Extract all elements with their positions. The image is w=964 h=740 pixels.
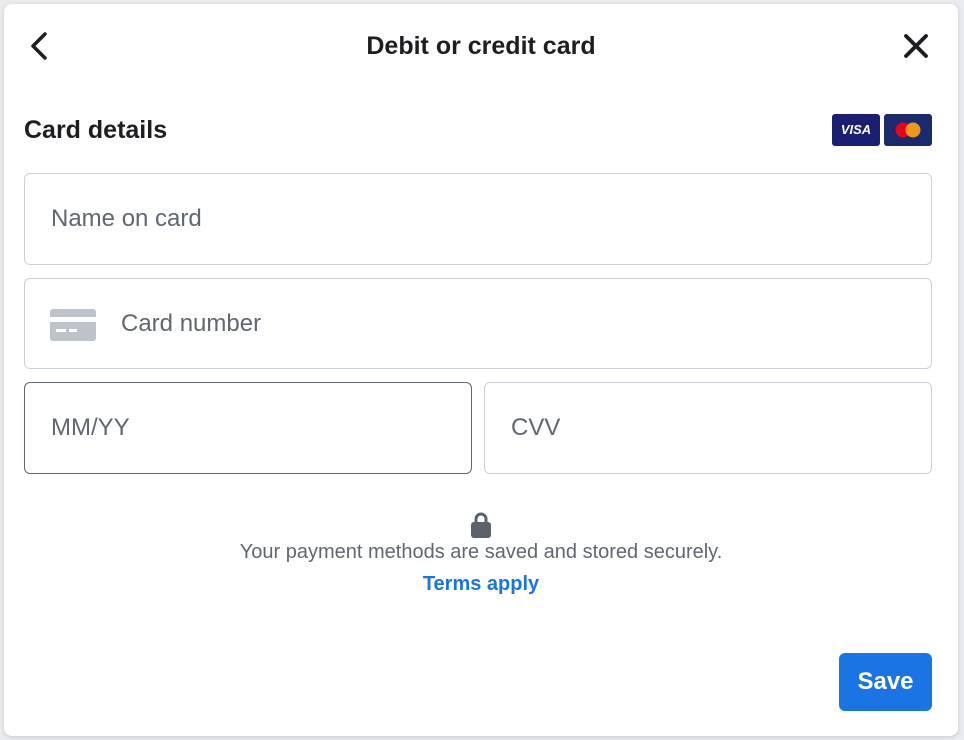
expiry-input[interactable]	[51, 383, 451, 473]
payment-dialog: Debit or credit card Card details VISA N…	[4, 4, 958, 736]
dialog-title: Debit or credit card	[366, 32, 596, 60]
terms-link[interactable]: Terms apply	[4, 573, 958, 596]
card-number-field[interactable]	[24, 278, 932, 369]
cvv-field[interactable]	[484, 382, 932, 474]
name-on-card-field[interactable]	[24, 173, 932, 265]
dialog-header: Debit or credit card	[4, 4, 958, 88]
close-icon	[904, 34, 928, 58]
name-on-card-input[interactable]	[51, 174, 911, 264]
credit-card-icon	[50, 309, 96, 341]
expiry-field[interactable]	[24, 382, 472, 474]
security-notice	[4, 512, 958, 543]
visa-logo: VISA	[832, 114, 880, 146]
close-button[interactable]	[899, 29, 933, 63]
card-details-title: Card details	[24, 116, 168, 144]
cvv-input[interactable]	[511, 383, 911, 473]
lock-icon	[471, 512, 491, 538]
mastercard-logo	[884, 114, 932, 146]
card-number-input[interactable]	[121, 279, 911, 368]
save-button[interactable]: Save	[839, 653, 932, 711]
security-text: Your payment methods are saved and store…	[239, 541, 723, 563]
